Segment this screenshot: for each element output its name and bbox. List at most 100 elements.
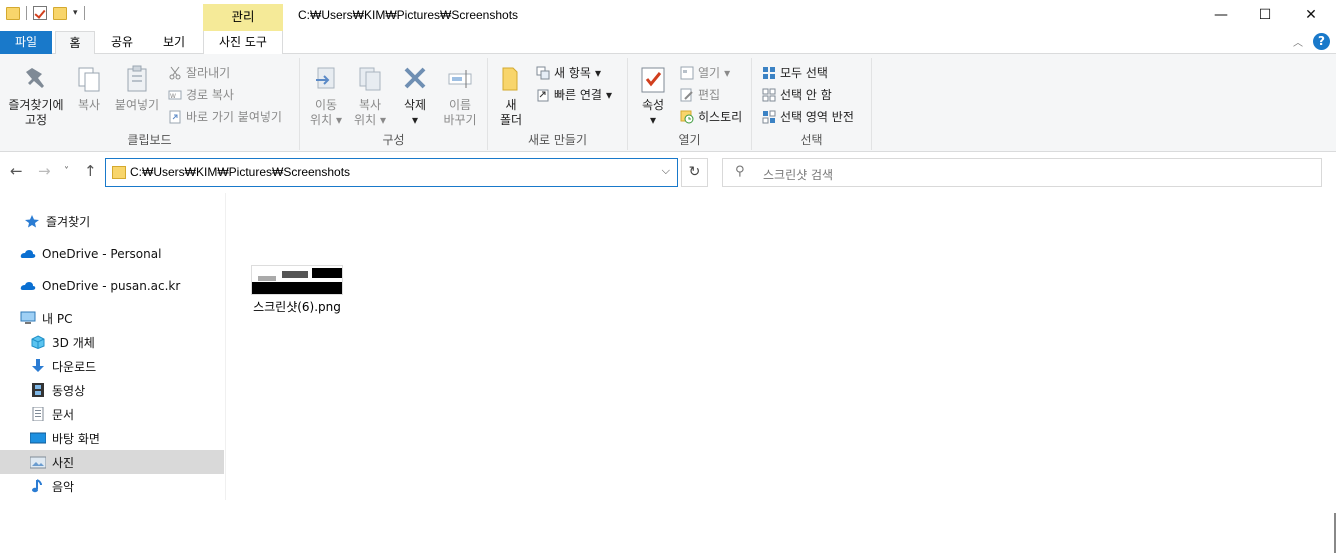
back-arrow-icon[interactable]: ←	[10, 162, 23, 180]
select-all-button[interactable]: 모두 선택	[762, 64, 828, 82]
new-item-dropdown-icon: ▾	[594, 66, 601, 80]
paste-shortcut-label: 바로 가기 붙여넣기	[186, 110, 282, 124]
tab-picture-tools[interactable]: 사진 도구	[203, 31, 283, 54]
move-to-button[interactable]: 이동 위치 ▾	[306, 64, 346, 128]
open-button[interactable]: 열기 ▾	[680, 64, 730, 82]
new-group: 새 폴더 새 항목 ▾ 빠른 연결 ▾ 새로 만들기	[488, 58, 628, 150]
select-all-label: 모두 선택	[780, 66, 828, 80]
file-item[interactable]: 스크린샷(6).png	[247, 265, 347, 315]
nav-item-videos[interactable]: 동영상	[0, 378, 224, 402]
rename-icon	[446, 64, 474, 94]
nav-label: 즐겨찾기	[46, 214, 91, 229]
nav-item-onedrive-pusan[interactable]: OneDrive - pusan.ac.kr	[0, 274, 224, 298]
quick-access-toolbar: ▾	[6, 6, 85, 20]
nav-label: OneDrive - pusan.ac.kr	[42, 279, 181, 293]
new-folder-button[interactable]: 새 폴더	[494, 64, 528, 128]
new-item-label: 새 항목	[554, 66, 591, 80]
easy-access-label: 빠른 연결	[554, 88, 602, 102]
copy-to-label-line1: 복사	[358, 98, 382, 112]
address-path[interactable]: C:₩Users₩KIM₩Pictures₩Screenshots	[130, 165, 350, 179]
nav-item-this-pc[interactable]: 내 PC	[0, 306, 224, 330]
folder-icon	[112, 166, 126, 179]
nav-label: 바탕 화면	[52, 431, 100, 446]
history-button[interactable]: 히스토리	[680, 108, 742, 126]
window-title: C:₩Users₩KIM₩Pictures₩Screenshots	[298, 8, 519, 22]
help-icon[interactable]: ?	[1313, 33, 1330, 50]
close-button[interactable]: ✕	[1288, 0, 1334, 30]
minimize-button[interactable]: —	[1198, 0, 1244, 30]
toolbar-separator	[83, 6, 85, 20]
nav-item-3d-objects[interactable]: 3D 개체	[0, 330, 224, 354]
search-input[interactable]: ⚲ 스크린샷 검색	[722, 158, 1322, 187]
new-item-button[interactable]: 새 항목 ▾	[536, 64, 601, 82]
nav-label: 음악	[52, 479, 75, 494]
computer-icon	[20, 311, 36, 325]
delete-button[interactable]: 삭제 ▾	[398, 64, 432, 128]
delete-dropdown-icon[interactable]: ▾	[398, 113, 432, 128]
ribbon: 즐겨찾기에 고정 복사 붙여넣기 잘라내기 W 경로 복사 바로 가기 붙여넣기	[0, 54, 1336, 152]
file-list-view[interactable]: 스크린샷(6).png	[227, 193, 1336, 553]
nav-item-quick-access[interactable]: 즐겨찾기	[0, 209, 224, 233]
nav-item-desktop[interactable]: 바탕 화면	[0, 426, 224, 450]
properties-button[interactable]: 속성 ▾	[636, 64, 670, 128]
easy-access-button[interactable]: 빠른 연결 ▾	[536, 86, 612, 104]
maximize-button[interactable]: ☐	[1242, 0, 1288, 30]
rename-button[interactable]: 이름 바꾸기	[438, 64, 482, 128]
paste-button[interactable]: 붙여넣기	[110, 64, 164, 113]
help-area: ︿ ?	[1293, 33, 1330, 50]
nav-item-downloads[interactable]: 다운로드	[0, 354, 224, 378]
edit-button[interactable]: 편집	[680, 86, 720, 104]
nav-label: 문서	[52, 407, 75, 422]
tab-share[interactable]: 공유	[102, 31, 142, 54]
invert-selection-button[interactable]: 선택 영역 반전	[762, 108, 854, 126]
open-group: 속성 ▾ 열기 ▾ 편집 히스토리 열기	[628, 58, 752, 150]
search-placeholder[interactable]: 스크린샷 검색	[763, 166, 833, 183]
open-icon	[680, 66, 694, 80]
new-folder-icon[interactable]	[53, 6, 67, 20]
paste-shortcut-button[interactable]: 바로 가기 붙여넣기	[168, 108, 282, 126]
move-to-label-line2: 위치 ▾	[310, 113, 342, 127]
tab-home[interactable]: 홈	[55, 31, 95, 55]
nav-item-music[interactable]: 음악	[0, 474, 224, 498]
move-to-label-line1: 이동	[314, 98, 338, 112]
select-none-button[interactable]: 선택 안 함	[762, 86, 832, 104]
tab-file[interactable]: 파일	[0, 31, 52, 54]
desktop-icon	[29, 431, 47, 445]
copy-path-button[interactable]: W 경로 복사	[168, 86, 234, 104]
open-group-label: 열기	[678, 133, 701, 147]
cut-button[interactable]: 잘라내기	[168, 64, 230, 82]
easy-access-dropdown-icon: ▾	[605, 88, 613, 102]
refresh-button[interactable]: ↻	[681, 158, 708, 187]
select-group-label: 선택	[800, 133, 823, 147]
up-arrow-icon[interactable]: ↑	[84, 162, 97, 180]
folder-icon	[6, 6, 20, 20]
clipboard-group: 즐겨찾기에 고정 복사 붙여넣기 잘라내기 W 경로 복사 바로 가기 붙여넣기	[0, 58, 300, 150]
pin-label-line2: 고정	[24, 113, 48, 127]
forward-arrow-icon[interactable]: →	[38, 162, 51, 180]
organize-group-label: 구성	[382, 133, 405, 147]
history-label: 히스토리	[698, 110, 743, 124]
file-name: 스크린샷(6).png	[253, 300, 341, 314]
nav-label: 다운로드	[52, 359, 97, 374]
copy-to-button[interactable]: 복사 위치 ▾	[350, 64, 390, 128]
minimize-ribbon-chevron-icon[interactable]: ︿	[1293, 34, 1303, 49]
copy-label: 복사	[77, 98, 101, 112]
nav-item-documents[interactable]: 문서	[0, 402, 224, 426]
address-dropdown-chevron-icon[interactable]: ⌵	[662, 164, 670, 178]
copy-icon	[75, 64, 103, 94]
properties-check-icon[interactable]	[33, 6, 47, 20]
recent-locations-chevron-icon[interactable]: ˅	[64, 166, 69, 177]
properties-dropdown-icon[interactable]: ▾	[636, 113, 670, 128]
nav-item-onedrive-personal[interactable]: OneDrive - Personal	[0, 242, 224, 266]
copy-path-label: 경로 복사	[186, 88, 234, 102]
copy-button[interactable]: 복사	[72, 64, 106, 113]
nav-item-pictures[interactable]: 사진	[0, 450, 224, 474]
select-group: 모두 선택 선택 안 함 선택 영역 반전 선택	[752, 58, 872, 150]
customize-toolbar-dropdown-icon[interactable]: ▾	[73, 8, 78, 18]
pin-to-quick-access-button[interactable]: 즐겨찾기에 고정	[4, 64, 68, 128]
ribbon-tabs: 파일 홈 공유 보기 사진 도구 ︿ ?	[0, 31, 1336, 55]
manage-contextual-tab[interactable]: 관리	[203, 4, 283, 31]
address-bar[interactable]: C:₩Users₩KIM₩Pictures₩Screenshots ⌵	[105, 158, 678, 187]
tab-view[interactable]: 보기	[150, 31, 198, 54]
copy-path-icon: W	[168, 88, 182, 102]
